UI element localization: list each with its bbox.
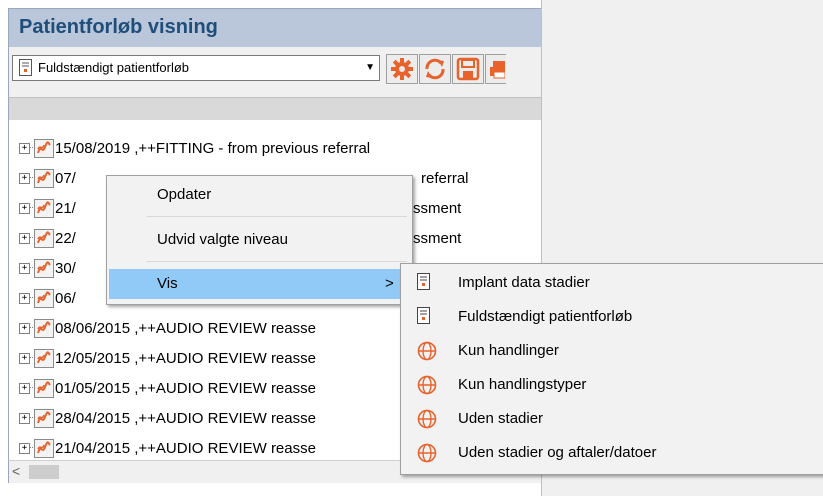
tree-connector [29, 297, 33, 298]
submenu-item-label: Uden stadier og aftaler/datoer [458, 444, 657, 461]
menu-item-label: Udvid valgte niveau [157, 231, 288, 248]
print-button[interactable] [485, 54, 506, 84]
expand-icon[interactable]: + [19, 323, 30, 334]
stage-icon [34, 379, 54, 398]
settings-button[interactable] [386, 54, 418, 84]
column-header-strip [8, 97, 541, 121]
tree-row-label-tail: referral [421, 170, 469, 187]
submenu-item-implant[interactable]: Implant data stadier [403, 268, 823, 298]
print-icon [490, 61, 505, 79]
menu-item-label: Opdater [157, 186, 212, 203]
expand-icon[interactable]: + [19, 143, 30, 154]
expand-icon[interactable]: + [19, 233, 30, 244]
submenu-arrow-icon: > [385, 275, 394, 292]
submenu-item-label: Uden stadier [458, 410, 544, 427]
tree-row-label: 01/05/2015 ,++AUDIO REVIEW reasse [55, 380, 316, 397]
stage-icon [34, 259, 54, 278]
tree-connector [29, 447, 33, 448]
tree-connector [29, 147, 33, 148]
stage-icon [34, 139, 54, 158]
tree-connector [29, 177, 33, 178]
tree-row-label: 15/08/2019 ,++FITTING - from previous re… [55, 140, 371, 157]
submenu-item-label: Kun handlinger [458, 342, 559, 359]
stage-icon [34, 289, 54, 308]
tree-row-label: 30/ [55, 260, 76, 277]
submenu-item-uden-stadier-aftaler[interactable]: Uden stadier og aftaler/datoer [403, 438, 823, 468]
expand-icon[interactable]: + [19, 413, 30, 424]
refresh-button[interactable] [419, 54, 451, 84]
submenu-item-label: Fuldstændigt patientforløb [458, 308, 633, 325]
tree-row-label: 28/04/2015 ,++AUDIO REVIEW reasse [55, 410, 316, 427]
context-menu: Opdater Udvid valgte niveau Vis > [106, 175, 413, 305]
toolbar: Fuldstændigt patientforløb ▼ [8, 47, 541, 97]
document-icon [19, 59, 32, 76]
stage-icon [34, 199, 54, 218]
globe-icon [417, 341, 437, 361]
stage-icon [34, 229, 54, 248]
globe-icon [417, 409, 437, 429]
tree-row-label: 08/06/2015 ,++AUDIO REVIEW reasse [55, 320, 316, 337]
refresh-icon [425, 58, 445, 80]
tree-connector [29, 387, 33, 388]
tree-row-label: 07/ [55, 170, 76, 187]
tree-row-label-tail: ssment [413, 200, 462, 217]
save-icon [456, 57, 480, 81]
globe-icon [417, 375, 437, 395]
globe-icon [417, 443, 437, 463]
submenu-item-kun-handlingstyper[interactable]: Kun handlingstyper [403, 370, 823, 400]
menu-item-udvid[interactable]: Udvid valgte niveau [109, 225, 410, 255]
stage-icon [34, 319, 54, 338]
expand-icon[interactable]: + [19, 353, 30, 364]
tree-row-label: 22/ [55, 230, 76, 247]
scroll-left-icon[interactable]: < [12, 463, 20, 479]
tree-connector [29, 237, 33, 238]
vis-submenu: Implant data stadier Fuldstændigt patien… [400, 263, 823, 475]
menu-separator [147, 261, 407, 262]
expand-icon[interactable]: + [19, 173, 30, 184]
menu-separator [147, 216, 407, 217]
expand-icon[interactable]: + [19, 293, 30, 304]
panel-title: Patientforløb visning [19, 16, 218, 38]
expand-icon[interactable]: + [19, 263, 30, 274]
stage-icon [34, 439, 54, 458]
stage-icon [34, 349, 54, 368]
panel-title-bar: Patientforløb visning [8, 8, 541, 47]
expand-icon[interactable]: + [19, 383, 30, 394]
tree-row-label-tail: ssment [413, 230, 462, 247]
dropdown-arrow-icon[interactable]: ▼ [365, 62, 375, 73]
gear-icon [391, 58, 413, 80]
view-select-value: Fuldstændigt patientforløb [38, 60, 190, 75]
submenu-item-kun-handlinger[interactable]: Kun handlinger [403, 336, 823, 366]
document-icon [417, 273, 430, 290]
tree-connector [29, 417, 33, 418]
submenu-item-label: Implant data stadier [458, 274, 590, 291]
scrollbar-thumb[interactable] [29, 465, 59, 479]
submenu-item-uden-stadier[interactable]: Uden stadier [403, 404, 823, 434]
submenu-item-fuldstaendigt[interactable]: Fuldstændigt patientforløb [403, 302, 823, 332]
tree-row-label: 21/04/2015 ,++AUDIO REVIEW reasse [55, 440, 316, 457]
tree-row-label: 06/ [55, 290, 76, 307]
tree-connector [29, 357, 33, 358]
tree-row[interactable]: + 15/08/2019 ,++FITTING - from previous … [9, 137, 541, 161]
save-button[interactable] [452, 54, 484, 84]
tree-connector [29, 207, 33, 208]
view-select[interactable]: Fuldstændigt patientforløb ▼ [12, 55, 380, 81]
stage-icon [34, 409, 54, 428]
stage-icon [34, 169, 54, 188]
expand-icon[interactable]: + [19, 203, 30, 214]
tree-row-label: 21/ [55, 200, 76, 217]
menu-item-label: Vis [157, 275, 178, 292]
tree-connector [29, 267, 33, 268]
tree-connector [29, 327, 33, 328]
tree-row-label: 12/05/2015 ,++AUDIO REVIEW reasse [55, 350, 316, 367]
menu-item-opdater[interactable]: Opdater [109, 180, 410, 210]
submenu-item-label: Kun handlingstyper [458, 376, 587, 393]
expand-icon[interactable]: + [19, 443, 30, 454]
menu-item-vis[interactable]: Vis > [109, 269, 410, 299]
document-icon [417, 307, 430, 324]
